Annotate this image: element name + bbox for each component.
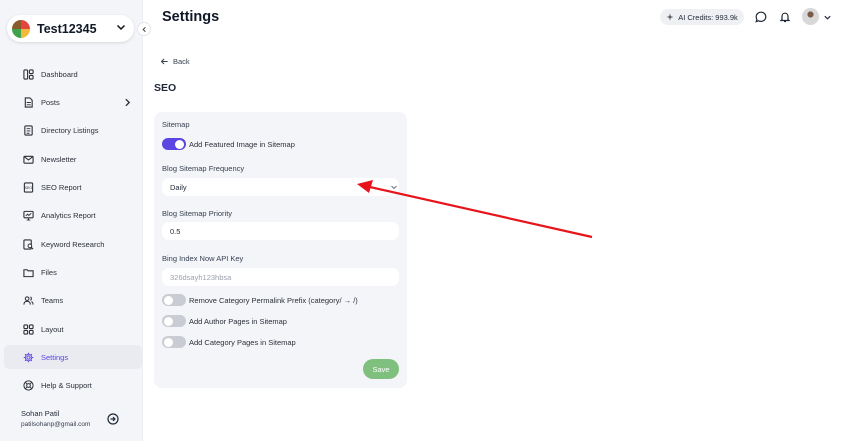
mail-icon	[23, 155, 34, 164]
layout-grid-icon	[23, 323, 34, 335]
seo-report-icon: SEO	[23, 181, 34, 193]
featured-image-toggle-label: Add Featured Image in Sitemap	[189, 140, 295, 149]
sidebar-item-posts[interactable]: Posts	[4, 90, 142, 114]
remove-category-prefix-label: Remove Category Permalink Prefix (catego…	[189, 296, 358, 305]
chevron-left-icon	[142, 26, 146, 32]
category-pages-toggle[interactable]	[162, 336, 186, 348]
sidebar-item-dashboard[interactable]: Dashboard	[4, 62, 142, 86]
remove-category-prefix-toggle[interactable]	[162, 294, 186, 306]
back-link[interactable]: Back	[160, 57, 190, 66]
bing-key-label: Bing Index Now API Key	[162, 254, 244, 263]
frequency-label: Blog Sitemap Frequency	[162, 164, 245, 173]
sidebar-item-teams[interactable]: Teams	[4, 288, 142, 312]
priority-input[interactable]	[162, 222, 399, 240]
users-icon	[23, 295, 34, 305]
back-link-label: Back	[173, 57, 190, 66]
logout-icon[interactable]	[107, 413, 119, 425]
sitemap-label: Sitemap	[162, 120, 190, 129]
sidebar-item-analytics-report[interactable]: Analytics Report	[4, 203, 142, 227]
sidebar-item-newsletter[interactable]: Newsletter	[4, 147, 142, 171]
sidebar-item-label: SEO Report	[41, 182, 82, 192]
profile-avatar[interactable]	[802, 8, 819, 25]
help-icon	[23, 379, 34, 391]
svg-text:SEO: SEO	[25, 186, 33, 190]
toggle-knob	[175, 139, 184, 149]
sidebar-item-label: Files	[41, 267, 57, 277]
workspace-switcher[interactable]: Test12345	[7, 15, 134, 42]
sidebar-item-label: Analytics Report	[41, 210, 96, 220]
user-name: Sohan Patil	[21, 409, 60, 418]
frequency-value: Daily	[170, 182, 187, 192]
chevron-down-icon[interactable]	[390, 183, 398, 191]
sidebar-item-label: Help & Support	[41, 380, 92, 390]
sidebar: Test12345 Dashboard Posts Directory List…	[0, 0, 143, 441]
sidebar-item-help-support[interactable]: Help & Support	[4, 373, 142, 397]
analytics-icon	[23, 210, 34, 221]
priority-label: Blog Sitemap Priority	[162, 209, 233, 218]
ai-credits-text: AI Credits: 993.9k	[678, 12, 738, 22]
folder-icon	[23, 268, 34, 277]
keyword-search-icon	[23, 238, 34, 250]
sidebar-item-seo-report[interactable]: SEO SEO Report	[4, 175, 142, 199]
page-title: Settings	[162, 9, 220, 25]
chat-icon[interactable]	[755, 11, 767, 23]
toggle-knob	[164, 295, 173, 305]
chevron-down-icon[interactable]	[823, 13, 832, 22]
sidebar-item-label: Dashboard	[41, 69, 78, 79]
sidebar-item-settings[interactable]: Settings	[4, 345, 142, 369]
chevron-right-icon	[125, 98, 131, 107]
author-pages-label: Add Author Pages in Sitemap	[189, 317, 287, 326]
sidebar-item-layout[interactable]: Layout	[4, 317, 142, 341]
sidebar-item-label: Directory Listings	[41, 125, 99, 135]
gear-icon	[23, 352, 34, 362]
sidebar-item-label: Settings	[41, 352, 69, 362]
sidebar-item-directory-listings[interactable]: Directory Listings	[4, 118, 142, 142]
frequency-select[interactable]: Daily	[162, 178, 399, 196]
arrow-left-icon	[160, 58, 168, 65]
toggle-knob	[164, 337, 173, 347]
bing-api-key-input[interactable]	[162, 268, 399, 286]
featured-image-toggle[interactable]	[162, 138, 186, 150]
category-pages-label: Add Category Pages in Sitemap	[189, 338, 296, 347]
sidebar-item-files[interactable]: Files	[4, 260, 142, 284]
sparkle-icon	[666, 13, 674, 21]
save-button[interactable]: Save	[363, 359, 399, 379]
sidebar-item-label: Keyword Research	[41, 239, 105, 249]
author-pages-toggle[interactable]	[162, 315, 186, 327]
document-icon	[24, 96, 33, 108]
section-title: SEO	[154, 82, 177, 94]
workspace-name: Test12345	[37, 21, 97, 36]
bell-icon[interactable]	[779, 11, 791, 23]
sidebar-item-label: Newsletter	[41, 154, 77, 164]
sidebar-item-label: Layout	[41, 324, 64, 334]
collapse-sidebar-button[interactable]	[137, 22, 151, 36]
workspace-avatar	[12, 19, 30, 38]
sidebar-item-label: Posts	[41, 97, 60, 107]
sidebar-item-keyword-research[interactable]: Keyword Research	[4, 232, 142, 256]
toggle-knob	[164, 316, 173, 326]
chevron-down-icon	[116, 24, 126, 31]
current-user: Sohan Patil patilsohanp@gmail.com	[21, 409, 90, 428]
dashboard-icon	[23, 68, 34, 80]
ai-credits-badge[interactable]: AI Credits: 993.9k	[660, 9, 744, 25]
user-email: patilsohanp@gmail.com	[21, 421, 91, 428]
listing-icon	[24, 124, 33, 136]
sidebar-item-label: Teams	[41, 295, 64, 305]
